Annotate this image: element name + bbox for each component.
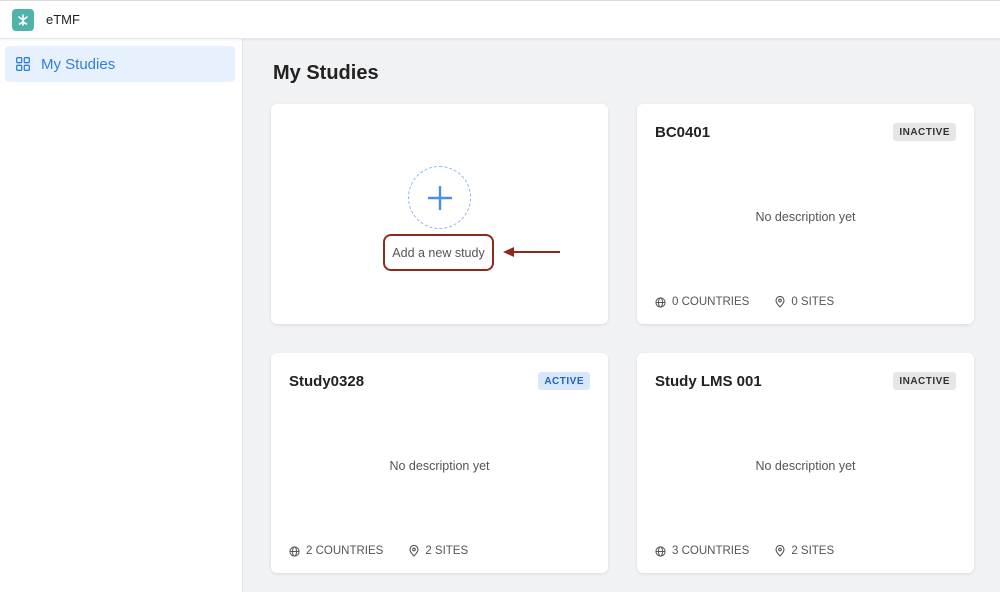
location-pin-icon	[775, 296, 785, 308]
app-logo[interactable]	[12, 8, 34, 31]
study-meta: 0 COUNTRIES 0 SITES	[655, 296, 834, 308]
countries-label: 3 COUNTRIES	[672, 545, 750, 557]
sites-label: 0 SITES	[791, 296, 835, 308]
location-pin-icon	[775, 545, 785, 557]
add-study-card[interactable]: Add a new study	[271, 104, 608, 324]
study-name: BC0401	[655, 124, 711, 141]
plus-icon	[427, 185, 452, 210]
study-meta: 3 COUNTRIES 2 SITES	[655, 545, 834, 557]
status-badge: INACTIVE	[893, 123, 956, 141]
add-study-label: Add a new study	[392, 245, 485, 260]
status-badge: INACTIVE	[893, 372, 956, 390]
study-card[interactable]: BC0401 INACTIVE No description yet 0 COU…	[637, 104, 974, 324]
sites-count: 0 SITES	[775, 296, 834, 308]
annotation-arrow-icon	[503, 247, 560, 257]
study-card[interactable]: Study0328 ACTIVE No description yet 2 CO…	[271, 353, 608, 573]
study-name: Study LMS 001	[655, 373, 762, 390]
add-study-label-highlight[interactable]: Add a new study	[383, 234, 494, 271]
sidebar-item-label: My Studies	[41, 55, 116, 73]
sites-label: 2 SITES	[791, 545, 835, 557]
grid-icon	[16, 57, 30, 71]
sidebar: My Studies	[0, 39, 243, 592]
sites-count: 2 SITES	[409, 545, 468, 557]
location-pin-icon	[409, 545, 419, 557]
logo-icon	[18, 13, 28, 26]
globe-icon	[655, 296, 666, 308]
study-meta: 2 COUNTRIES 2 SITES	[289, 545, 468, 557]
page-title: My Studies	[273, 62, 379, 84]
add-study-button[interactable]	[408, 166, 471, 229]
countries-label: 0 COUNTRIES	[672, 296, 750, 308]
countries-label: 2 COUNTRIES	[306, 545, 384, 557]
study-description: No description yet	[755, 210, 856, 224]
globe-icon	[289, 545, 300, 557]
study-name: Study0328	[289, 373, 365, 390]
study-card[interactable]: Study LMS 001 INACTIVE No description ye…	[637, 353, 974, 573]
study-description: No description yet	[389, 459, 490, 473]
globe-icon	[655, 545, 666, 557]
top-bar: eTMF	[0, 0, 1000, 39]
sites-count: 2 SITES	[775, 545, 834, 557]
countries-count: 2 COUNTRIES	[289, 545, 383, 557]
sites-label: 2 SITES	[425, 545, 469, 557]
sidebar-item-my-studies[interactable]: My Studies	[5, 46, 235, 82]
main-content: My Studies Add a new study BC0401 INACTI…	[243, 39, 1000, 592]
status-badge: ACTIVE	[538, 372, 590, 390]
app-title: eTMF	[46, 12, 80, 27]
countries-count: 0 COUNTRIES	[655, 296, 749, 308]
study-description: No description yet	[755, 459, 856, 473]
countries-count: 3 COUNTRIES	[655, 545, 749, 557]
